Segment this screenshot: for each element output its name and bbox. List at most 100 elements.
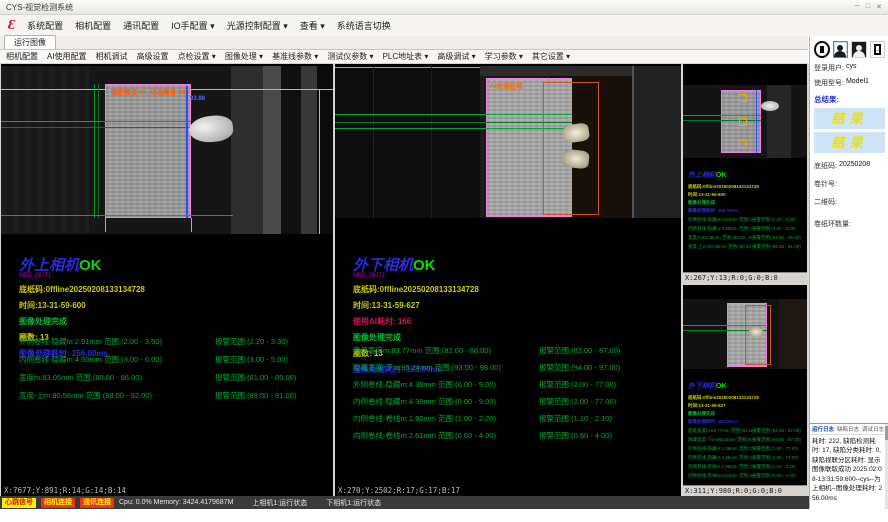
machine-column <box>281 66 301 234</box>
mini-view-lower[interactable]: 外下相机OK 底纸码:0ffline20250208133134728 时间:1… <box>683 285 807 496</box>
menu-view[interactable]: 查看 ▾ <box>300 19 325 32</box>
maximize-icon[interactable]: □ <box>866 3 870 11</box>
tool-advanced-debug[interactable]: 高级调试 ▾ <box>437 51 475 62</box>
tool-advanced-settings[interactable]: 高级设置 <box>137 51 169 62</box>
tool-plc-address-table[interactable]: PLC地址表 ▾ <box>383 51 429 62</box>
tool-baseline-params[interactable]: 基准线参数 ▾ <box>272 51 318 62</box>
menu-light-config[interactable]: 光源控制配置 ▾ <box>227 19 288 32</box>
machine-column <box>301 66 317 234</box>
tab-run-image[interactable]: 运行图像 <box>4 35 56 49</box>
baseline-hline-green <box>335 114 572 115</box>
upper-camera-state: 上相机1:运行状态 <box>252 498 307 508</box>
measurement-row: 内侧卷线-卷线m:2.61mm 范围:(0.60 - 4.00)报警范围:(0.… <box>353 430 675 441</box>
tool-tester-params[interactable]: 测试仪参数 ▾ <box>327 51 373 62</box>
tool-image-processing[interactable]: 图像处理 ▾ <box>225 51 263 62</box>
mini-view-upper[interactable]: 外上相机OK 底纸码:0ffline20250208133134728 时间:1… <box>683 64 807 283</box>
close-icon[interactable]: ✕ <box>876 3 882 11</box>
measure-value-blue: 93.88 <box>190 96 205 102</box>
measurement-row: 宽度m:83.05mm 范围:(80.00 - 86.00)报警范围:(81.0… <box>688 235 802 241</box>
exit-arrow-icon: → <box>875 46 883 54</box>
mini-image-upper[interactable] <box>683 85 807 158</box>
tool-other-settings[interactable]: 其它设置 ▾ <box>532 51 570 62</box>
pause-button[interactable] <box>814 41 830 58</box>
time-line: 时间:13-31-59-627 <box>353 300 479 311</box>
measure-vline-blue <box>756 90 757 153</box>
measurement-list-upper: 外侧卷线-隐藏m:2.91mm 范围:(2.00 - 3.50)报警范围:(2.… <box>19 336 327 408</box>
callout-rect-orange <box>739 94 747 102</box>
result-ok-badge: OK <box>716 172 727 179</box>
result-ok-badge: OK <box>413 257 436 274</box>
log-tab-debug[interactable]: 调试日志 <box>862 425 884 433</box>
tool-spotcheck-settings[interactable]: 点检设置 ▾ <box>178 51 216 62</box>
baseline-hline-green <box>335 122 572 123</box>
menu-comm-config[interactable]: 通讯配置 <box>123 19 159 32</box>
measurement-row: 隐藏宽度-下m:95.24mm 范围:(93.00 - 98.00)报警范围:(… <box>353 362 675 373</box>
time-line: 时间:13-31-59-600 <box>688 192 802 198</box>
measurement-list-lower: 底纸宽度m:83.77mm 范围:(82.00 - 88.00)报警范围:(83… <box>353 345 675 447</box>
baseline-hline-green <box>683 115 761 116</box>
machine-column <box>263 66 281 234</box>
measurement-row: 宽度-上m:90.56mm 范围:(88.00 - 92.00)报警范围:(89… <box>688 244 802 250</box>
measurement-row: 宽度m:83.05mm 范围:(80.00 - 86.00)报警范围:(81.0… <box>19 372 327 383</box>
process-done-line: 图像处理完成 <box>688 411 802 417</box>
menu-system-config[interactable]: 系统配置 <box>27 19 63 32</box>
paper-code-line: 底纸码:0ffline20250208133134728 <box>19 284 145 295</box>
tool-learning-params[interactable]: 学习参数 ▾ <box>485 51 523 62</box>
menu-language-switch[interactable]: 系统语言切换 <box>337 19 391 32</box>
log-tab-run[interactable]: 运行日志 <box>812 425 834 433</box>
tool-ai-config[interactable]: AI使用配置 <box>47 51 87 62</box>
measurement-row: 宽度-上m:90.56mm 范围:(88.00 - 92.00)报警范围:(89… <box>19 390 327 401</box>
admin-user-button[interactable] <box>851 41 866 58</box>
user-icon <box>856 45 862 51</box>
result-ok-badge: OK <box>79 257 102 274</box>
cursor-pixel-readout: X:311;Y:980;R:0;G:0;B:0 <box>683 485 807 496</box>
callout-rect-orange <box>739 118 747 126</box>
baseline-hline-green <box>683 325 767 326</box>
mini-image-lower[interactable] <box>683 299 807 369</box>
camera-title: 外上相机 <box>19 257 79 274</box>
machine-column <box>231 66 263 234</box>
measure-vline-blue <box>186 86 188 218</box>
baseline-hline-green <box>335 128 572 129</box>
log-panel: 运行日志 缺陷日志 调试日志 耗时: 222, 缺陷检测耗时: 17, 缺陷分类… <box>810 423 888 509</box>
operator-user-button[interactable] <box>833 41 848 58</box>
model-value[interactable]: Model1 <box>846 78 869 88</box>
heartbeat-status-badge: 心跳信号 <box>2 498 36 508</box>
process-done-line: 图像处理完成 <box>688 200 802 206</box>
tool-camera-debug[interactable]: 相机调试 <box>96 51 128 62</box>
main-area: 固定阈值:93, 动态阈值:100 93.88 外上相机OK MES_OUT1 … <box>0 64 809 496</box>
paper-code-line: 底纸码:0ffline20250208133134728 <box>353 284 479 295</box>
paper-code-line: 底纸码:0ffline20250208133134728 <box>688 395 802 401</box>
time-line: 时间:13-31-59-600 <box>19 300 145 311</box>
menu-camera-config[interactable]: 相机配置 <box>75 19 111 32</box>
measurement-row: 内侧卷线-隐藏m:4.38mm 范围:(0.00 - 9.00)报警范围:(2.… <box>353 396 675 407</box>
process-done-line: 图像处理完成 <box>19 316 145 327</box>
camera-image-lower[interactable]: AI检测区域 <box>335 66 681 218</box>
measurement-row: 内侧卷线-隐藏m:4.60mm 范围:(3.00 - 6.00)报警范围:(3.… <box>19 354 327 365</box>
calibration-vline-yellow <box>319 89 320 234</box>
camera-view-lower[interactable]: AI检测区域 外下相机OK MES_OUT1 底纸码:0ffline202502… <box>335 64 681 496</box>
mini-result-upper: 外上相机OK 底纸码:0ffline20250208133134728 时间:1… <box>688 164 802 250</box>
total-result-label: 总结果: <box>814 94 885 105</box>
process-time-line: 图像处理耗时: 183.00ms <box>688 419 802 425</box>
menu-io-config[interactable]: IO手配置 ▾ <box>171 19 215 32</box>
camera-image-upper[interactable]: 固定阈值:93, 动态阈值:100 93.88 <box>1 66 333 234</box>
minimize-icon[interactable]: ─ <box>855 3 860 11</box>
baseline-hline-green <box>1 121 191 122</box>
camera-title: 外下相机 <box>353 257 413 274</box>
sidebar: → 登录用户:cys 使用型号:Model1 总结果: 结果 结果 底纸码:20… <box>809 36 888 509</box>
machine-column <box>632 66 681 218</box>
measurement-row: 隐藏宽度-下m:95.24mm 范围:(93.00 - 98.00)报警范围:(… <box>688 437 802 443</box>
control-button-row: → <box>814 41 885 58</box>
tool-camera-config[interactable]: 相机配置 <box>6 51 38 62</box>
measurement-row: 外侧卷线-隐藏m:2.91mm 范围:(2.00 - 3.50)报警范围:(2.… <box>688 217 802 223</box>
baseline-hline-green <box>683 120 761 121</box>
callout-rect-orange <box>739 140 747 148</box>
logout-button[interactable]: → <box>870 41 885 58</box>
gripper-clamp <box>188 114 234 144</box>
gripper-clamp <box>761 101 779 111</box>
qr-code-label: 二维码: <box>814 197 837 207</box>
machine-column <box>779 299 807 369</box>
camera-view-upper[interactable]: 固定阈值:93, 动态阈值:100 93.88 外上相机OK MES_OUT1 … <box>1 64 333 496</box>
log-tab-defect[interactable]: 缺陷日志 <box>837 425 859 433</box>
